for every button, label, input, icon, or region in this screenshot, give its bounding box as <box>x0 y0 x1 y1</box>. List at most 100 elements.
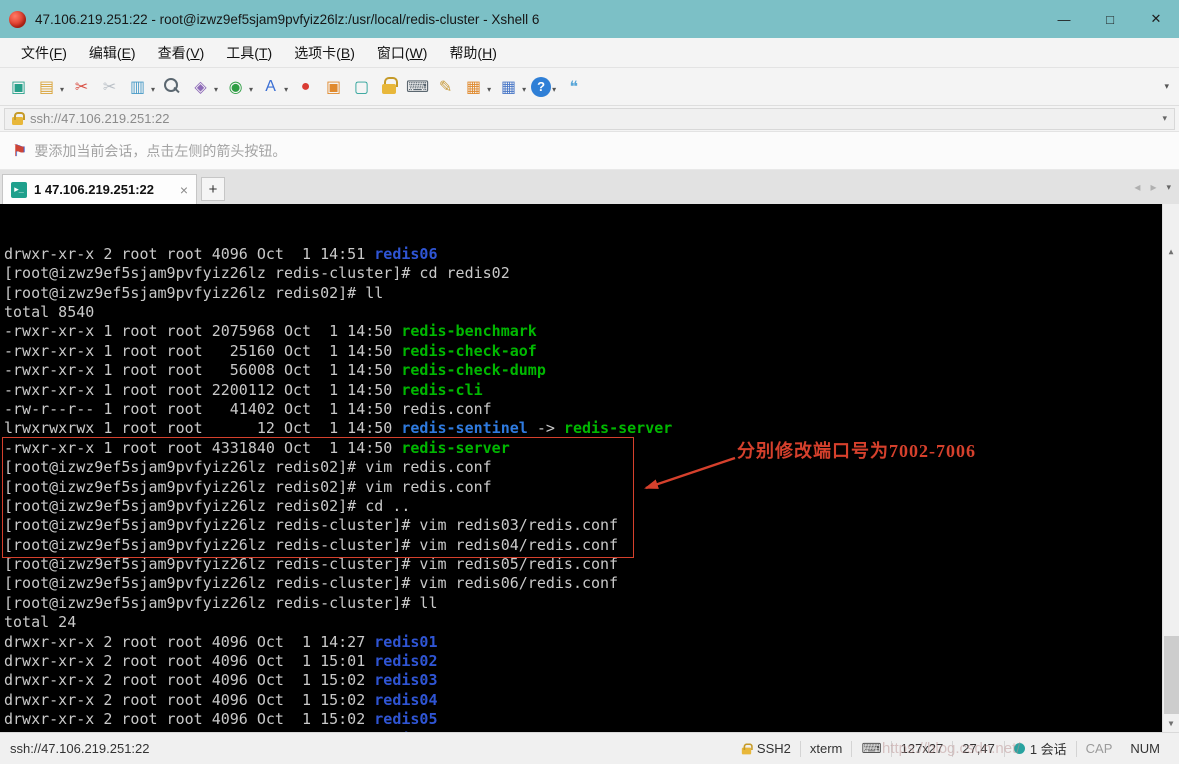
address-input[interactable]: ssh://47.106.219.251:22 <box>30 111 1155 126</box>
terminal-text-run: redis-benchmark <box>401 322 536 340</box>
status-sessions[interactable]: 1 会话 <box>1005 739 1076 758</box>
terminal-text-run: -rwxr-xr-x 1 root root 56008 Oct 1 14:50 <box>4 361 401 379</box>
session-tab[interactable]: ▸_ 1 47.106.219.251:22 × <box>2 174 197 204</box>
terminal-text-run: redis01 <box>374 633 437 651</box>
layout-vertical-dropdown-icon[interactable]: ▾ <box>522 85 526 94</box>
search-icon[interactable] <box>160 74 185 99</box>
terminal-line: drwxr-xr-x 2 root root 4096 Oct 1 15:02 … <box>4 730 1179 732</box>
terminal-text-run: redis-server <box>564 419 672 437</box>
terminal-text-run: redis-cli <box>401 381 482 399</box>
lock-icon[interactable] <box>377 74 402 99</box>
menu-item-4[interactable]: 工具(T) <box>215 38 283 68</box>
terminal-line: -rw-r--r-- 1 root root 41402 Oct 1 14:50… <box>4 400 1179 419</box>
terminal-text-run: redis-check-aof <box>401 342 536 360</box>
help-icon[interactable]: ? <box>531 77 551 97</box>
toolbar-overflow-icon[interactable]: ▾ <box>1164 81 1169 92</box>
terminal-line: total 24 <box>4 613 1179 632</box>
session-manager-dropdown-icon[interactable]: ▾ <box>151 85 155 94</box>
new-session-icon[interactable]: ▣ <box>6 74 31 99</box>
terminal-text-run: redis03 <box>374 671 437 689</box>
info-bar: ⚑ 要添加当前会话，点击左侧的箭头按钮。 <box>0 132 1179 170</box>
terminal-text-run: drwxr-xr-x 2 root root 4096 Oct 1 15:02 <box>4 730 374 732</box>
terminal-line: [root@izwz9ef5sjam9pvfyiz26lz redis02]# … <box>4 478 1179 497</box>
virtual-keyboard-icon[interactable]: ⌨ <box>405 74 430 99</box>
highlight-sets-dropdown-icon[interactable]: ▾ <box>214 85 218 94</box>
menu-item-3[interactable]: 查看(V) <box>147 38 216 68</box>
tab-menu-icon[interactable]: ▾ <box>1166 182 1171 193</box>
terminal-text-run: drwxr-xr-x 2 root root 4096 Oct 1 15:02 <box>4 691 374 709</box>
scrollbar-up-icon[interactable]: ▲ <box>1163 243 1179 260</box>
terminal-line: -rwxr-xr-x 1 root root 56008 Oct 1 14:50… <box>4 361 1179 380</box>
session-manager-icon[interactable]: ▥ <box>125 74 150 99</box>
terminal-line: drwxr-xr-x 2 root root 4096 Oct 1 15:02 … <box>4 710 1179 729</box>
compose-pen-icon[interactable]: ✎ <box>433 74 458 99</box>
close-button[interactable]: ✕ <box>1133 0 1179 38</box>
terminal-text-run: drwxr-xr-x 2 root root 4096 Oct 1 15:01 <box>4 652 374 670</box>
feedback-icon[interactable]: ❝ <box>561 74 586 99</box>
terminal-line: [root@izwz9ef5sjam9pvfyiz26lz redis-clus… <box>4 594 1179 613</box>
terminal-text-run: total 24 <box>4 613 76 631</box>
menu-item-2[interactable]: 编辑(E) <box>78 38 147 68</box>
layout-horizontal-dropdown-icon[interactable]: ▾ <box>487 85 491 94</box>
terminal-text-run: -rwxr-xr-x 1 root root 2200112 Oct 1 14:… <box>4 381 401 399</box>
terminal-line: [root@izwz9ef5sjam9pvfyiz26lz redis02]# … <box>4 497 1179 516</box>
terminal-text-run: drwxr-xr-x 2 root root 4096 Oct 1 14:51 <box>4 245 374 263</box>
menu-item-1[interactable]: 文件(F) <box>10 38 78 68</box>
terminal-text-run: -rwxr-xr-x 1 root root 4331840 Oct 1 14:… <box>4 439 401 457</box>
open-folder-dropdown-icon[interactable]: ▾ <box>60 85 64 94</box>
terminal-line: -rwxr-xr-x 1 root root 25160 Oct 1 14:50… <box>4 342 1179 361</box>
layout-vertical-icon[interactable]: ▦ <box>496 74 521 99</box>
menubar: 文件(F)编辑(E)查看(V)工具(T)选项卡(B)窗口(W)帮助(H) <box>0 38 1179 68</box>
terminal-line: total 8540 <box>4 303 1179 322</box>
terminal-text-run: drwxr-xr-x 2 root root 4096 Oct 1 15:02 <box>4 710 374 728</box>
tab-close-icon[interactable]: × <box>170 182 188 198</box>
tab-scroll-right-icon[interactable]: ▸ <box>1150 180 1156 194</box>
terminal-text-run: -rwxr-xr-x 1 root root 25160 Oct 1 14:50 <box>4 342 401 360</box>
terminal-line: drwxr-xr-x 2 root root 4096 Oct 1 15:02 … <box>4 671 1179 690</box>
fullscreen-icon[interactable]: ▢ <box>349 74 374 99</box>
layout-horizontal-icon[interactable]: ▦ <box>461 74 486 99</box>
quick-command-icon[interactable]: ▣ <box>321 74 346 99</box>
flag-icon: ⚑ <box>12 141 26 161</box>
font-icon[interactable]: A <box>258 74 283 99</box>
terminal-scrollbar[interactable]: ▲ ▼ <box>1162 204 1179 732</box>
status-right-cluster: SSH2 xterm ⌨ 127x27 27,47 1 会话 CAP NUM <box>732 739 1169 758</box>
terminal-text-run: total 8540 <box>4 303 94 321</box>
terminal[interactable]: drwxr-xr-x 2 root root 4096 Oct 1 14:51 … <box>0 204 1179 732</box>
proxy-globe-icon[interactable]: ◉ <box>223 74 248 99</box>
status-caps-lock: CAP <box>1077 741 1122 756</box>
scrollbar-down-icon[interactable]: ▼ <box>1163 715 1179 732</box>
disconnect-icon[interactable]: ✂ <box>69 74 94 99</box>
status-terminal-type[interactable]: xterm <box>801 741 852 756</box>
terminal-text-run: redis02 <box>374 652 437 670</box>
menu-item-5[interactable]: 选项卡(B) <box>283 38 366 68</box>
terminal-text-run: drwxr-xr-x 2 root root 4096 Oct 1 15:02 <box>4 671 374 689</box>
address-bar: ssh://47.106.219.251:22 ▾ <box>0 106 1179 132</box>
open-folder-icon[interactable]: ▤ <box>34 74 59 99</box>
maximize-button[interactable]: □ <box>1087 0 1133 38</box>
window-controls: — □ ✕ <box>1041 0 1179 38</box>
address-dropdown-icon[interactable]: ▾ <box>1162 113 1167 124</box>
status-protocol: SSH2 <box>732 741 800 756</box>
new-tab-button[interactable]: + <box>201 177 225 201</box>
help-dropdown-icon[interactable]: ▾ <box>552 85 556 94</box>
status-keyboard[interactable]: ⌨ <box>852 740 890 757</box>
highlight-sets-icon[interactable]: ◈ <box>188 74 213 99</box>
address-lock-icon <box>12 117 23 125</box>
font-dropdown-icon[interactable]: ▾ <box>284 85 288 94</box>
minimize-button[interactable]: — <box>1041 0 1087 38</box>
tab-scroll-left-icon[interactable]: ◂ <box>1134 180 1140 194</box>
terminal-line: [root@izwz9ef5sjam9pvfyiz26lz redis02]# … <box>4 458 1179 477</box>
record-icon[interactable]: ● <box>293 74 318 99</box>
reconnect-icon[interactable]: ✂ <box>97 74 122 99</box>
address-field[interactable]: ssh://47.106.219.251:22 ▾ <box>4 108 1175 130</box>
info-bar-text: 要添加当前会话，点击左侧的箭头按钮。 <box>34 141 286 161</box>
terminal-text-run: redis06 <box>374 730 437 732</box>
scrollbar-thumb[interactable] <box>1164 636 1179 714</box>
menu-item-6[interactable]: 窗口(W) <box>366 38 439 68</box>
status-bar: ssh://47.106.219.251:22 SSH2 xterm ⌨ 127… <box>0 732 1179 764</box>
keyboard-icon: ⌨ <box>861 740 881 757</box>
proxy-globe-dropdown-icon[interactable]: ▾ <box>249 85 253 94</box>
xshell-window: 47.106.219.251:22 - root@izwz9ef5sjam9pv… <box>0 0 1179 764</box>
menu-item-7[interactable]: 帮助(H) <box>438 38 507 68</box>
